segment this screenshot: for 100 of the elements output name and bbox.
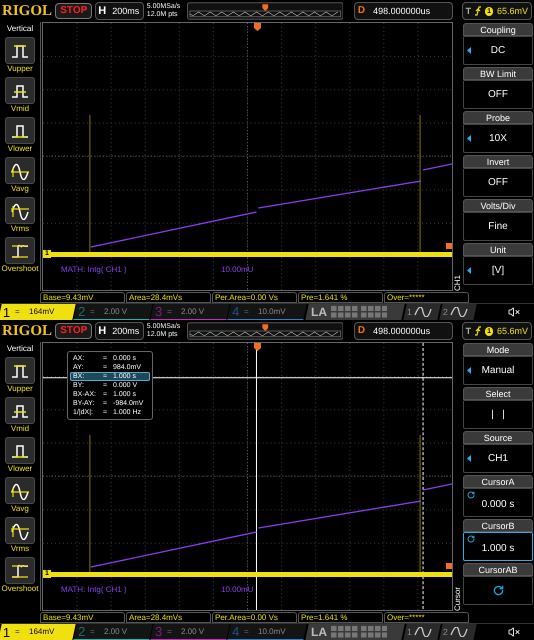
timebase-label: H bbox=[98, 326, 106, 336]
trigger-level: 65.6mV bbox=[496, 6, 528, 16]
softkey-button[interactable]: 0.000 s bbox=[463, 488, 533, 517]
channel-number: 4 bbox=[232, 625, 240, 638]
softkey-label: Select bbox=[463, 387, 533, 400]
softkey-button[interactable]: OFF bbox=[463, 80, 533, 109]
measure-button[interactable] bbox=[5, 437, 35, 464]
measure-label: Vmid bbox=[10, 104, 30, 114]
softkey-label: Coupling bbox=[463, 23, 533, 36]
softkey-label: Volts/Div bbox=[463, 199, 533, 212]
measure-button[interactable] bbox=[5, 397, 35, 424]
channel-scale: 2.00 V bbox=[104, 308, 128, 316]
trigger-level-marker-icon bbox=[446, 243, 452, 249]
sine-wave-icon bbox=[414, 627, 432, 637]
brand-logo: RIGOL bbox=[2, 324, 52, 338]
measure-label: Overshoot bbox=[2, 584, 38, 594]
coupling-symbol: = bbox=[167, 628, 172, 636]
generator-button[interactable]: 2 bbox=[439, 624, 477, 640]
rms-measure-icon bbox=[10, 522, 30, 540]
overshoot-measure-icon bbox=[10, 562, 30, 580]
softkey-button[interactable]: Manual bbox=[463, 356, 533, 385]
trigger-level: 65.6mV bbox=[496, 326, 528, 336]
measure-label: Vupper bbox=[7, 64, 33, 74]
trigger-label: T bbox=[466, 326, 472, 336]
trigger-level-marker-icon bbox=[446, 563, 452, 569]
measurement-value: Pre=1.641 % bbox=[298, 292, 383, 303]
measurement-value: Area=28.4mVs bbox=[126, 292, 211, 303]
measurement-value: Pre=1.641 % bbox=[298, 612, 383, 623]
channel-tab[interactable]: 3 = 2.00 V bbox=[150, 304, 230, 320]
measure-label: Overshoot bbox=[2, 264, 38, 274]
softkey-button[interactable]: [V] bbox=[463, 256, 533, 285]
softkey-button[interactable]: OFF bbox=[463, 168, 533, 197]
brand-logo: RIGOL bbox=[2, 4, 52, 18]
math-label: MATH: Intg( CH1 ) bbox=[61, 586, 127, 594]
softkey-button[interactable]: CH1 bbox=[463, 444, 533, 473]
softkey-label: Unit bbox=[463, 243, 533, 256]
mute-icon[interactable] bbox=[508, 626, 520, 638]
measure-label: Vavg bbox=[11, 184, 29, 194]
channel-tab[interactable]: 2 = 2.00 V bbox=[73, 304, 153, 320]
generator-button[interactable]: 1 bbox=[403, 624, 441, 640]
trigger-label: T bbox=[466, 6, 472, 16]
softkey-label: Probe bbox=[463, 111, 533, 124]
measure-label: Vrms bbox=[10, 544, 30, 554]
channel-scale: 2.00 V bbox=[181, 628, 204, 636]
softkey-label: CursorB bbox=[463, 519, 533, 532]
logic-analyzer-tab[interactable]: LA bbox=[305, 624, 405, 640]
softkey-label: Invert bbox=[463, 155, 533, 168]
delay-value: 498.000000us bbox=[373, 6, 430, 16]
left-triangle-icon bbox=[467, 267, 471, 274]
softkey-button[interactable]: | | bbox=[463, 400, 533, 429]
measurement-value: Base=9.43mV bbox=[40, 612, 125, 623]
measure-button[interactable] bbox=[5, 157, 35, 184]
softkey-button[interactable]: 10X bbox=[463, 124, 533, 153]
measurement-value: Over=***** bbox=[384, 292, 469, 303]
left-triangle-icon bbox=[467, 135, 471, 142]
channel-tab[interactable]: 1 = 164mV bbox=[0, 624, 76, 640]
measure-button[interactable] bbox=[5, 237, 35, 264]
channel-tab[interactable]: 2 = 2.00 V bbox=[73, 624, 153, 640]
generator-button[interactable]: 1 bbox=[403, 304, 441, 320]
run-state: STOP bbox=[55, 3, 92, 19]
generator-button[interactable]: 2 bbox=[439, 304, 477, 320]
channel-scale: 164mV bbox=[28, 628, 54, 636]
delay-label: D bbox=[358, 6, 366, 16]
channel-tab[interactable]: 4 = 10.0mV bbox=[227, 624, 307, 640]
measure-button[interactable] bbox=[5, 117, 35, 144]
timebase-value: 200ms bbox=[112, 6, 140, 16]
run-state: STOP bbox=[55, 323, 92, 339]
knob-icon bbox=[467, 491, 475, 499]
measurement-value: Over=***** bbox=[384, 612, 469, 623]
coupling-symbol: = bbox=[15, 308, 20, 316]
channel-scale: 2.00 V bbox=[104, 628, 128, 636]
left-triangle-icon bbox=[467, 455, 471, 462]
mute-icon[interactable] bbox=[508, 306, 520, 318]
softkey-button[interactable]: 1.000 s bbox=[463, 532, 533, 561]
channel-tab[interactable]: 4 = 10.0mV bbox=[227, 304, 307, 320]
measure-button[interactable] bbox=[5, 357, 35, 384]
left-triangle-icon bbox=[467, 47, 471, 54]
softkey-label: CursorAB bbox=[463, 563, 533, 576]
sidebar-title: Vertical bbox=[6, 343, 34, 354]
softkey-button[interactable]: Fine bbox=[463, 212, 533, 241]
softkey-label: BW Limit bbox=[463, 67, 533, 80]
logic-analyzer-tab[interactable]: LA bbox=[305, 304, 405, 320]
measure-button[interactable] bbox=[5, 77, 35, 104]
channel-number: 3 bbox=[155, 305, 162, 318]
measure-button[interactable] bbox=[5, 37, 35, 64]
measure-label: Vupper bbox=[7, 384, 33, 394]
channel-number: 3 bbox=[155, 625, 162, 638]
avg-measure-icon bbox=[10, 162, 30, 180]
coupling-symbol: = bbox=[244, 628, 250, 636]
measure-button[interactable] bbox=[5, 557, 35, 584]
trigger-position-marker-icon bbox=[254, 23, 261, 31]
measure-button[interactable] bbox=[5, 197, 35, 224]
channel-number: 2 bbox=[78, 625, 86, 638]
softkey-button[interactable]: DC bbox=[463, 36, 533, 65]
softkey-label: CursorA bbox=[463, 475, 533, 488]
channel-tab[interactable]: 3 = 2.00 V bbox=[150, 624, 230, 640]
measure-button[interactable] bbox=[5, 477, 35, 504]
rising-edge-icon bbox=[475, 326, 482, 336]
measure-button[interactable] bbox=[5, 517, 35, 544]
channel-tab[interactable]: 1 = 164mV bbox=[0, 304, 76, 320]
